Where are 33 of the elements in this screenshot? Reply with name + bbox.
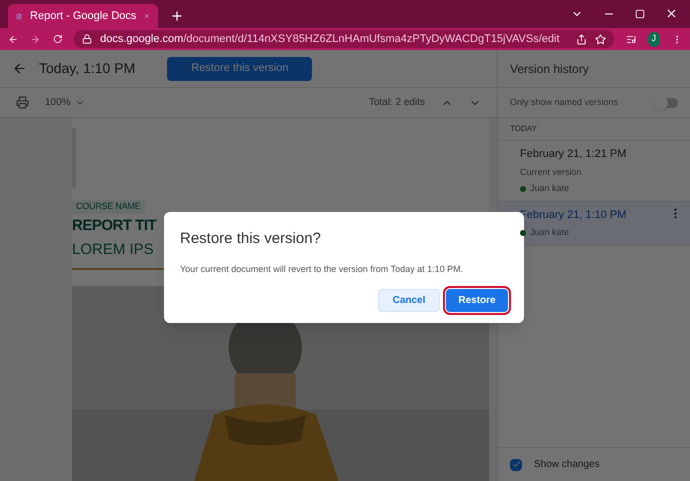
reload-icon[interactable] xyxy=(52,33,62,45)
bookmark-icon[interactable] xyxy=(594,34,606,44)
back-icon[interactable] xyxy=(12,61,27,76)
zoom-select[interactable]: 100% xyxy=(45,95,85,110)
dialog-title: Restore this version? xyxy=(180,229,322,249)
author-name: Juan kate xyxy=(530,226,570,239)
version-date: February 21, 1:21 PM xyxy=(520,147,628,162)
toggle-label: Only show named versions xyxy=(510,96,620,109)
author-name: Juan kate xyxy=(530,182,570,195)
named-versions-switch[interactable] xyxy=(656,98,678,108)
address-bar[interactable]: docs.google.com/document/d/114nXSY85HZ6ZLnHAmUfsma4zPTyDyWACDgT15jVAVSs/edit xyxy=(74,30,614,48)
report-subtitle: LOREM IPS xyxy=(72,240,154,260)
dialog-message: Your current document will revert to the version from Today at 1:10 PM. xyxy=(180,262,464,276)
restore-version-button[interactable]: Restore this version xyxy=(167,56,312,80)
checkbox-label: Show changes xyxy=(534,458,600,472)
dialog-button[interactable]: Cancel xyxy=(378,289,440,312)
version-title: Today, 1:10 PM xyxy=(39,59,136,78)
browser-tab[interactable]: Report - Google Docs xyxy=(8,4,158,28)
profile-avatar[interactable]: J xyxy=(648,32,660,46)
new-tab-icon[interactable] xyxy=(170,9,184,23)
report-title: REPORT TIT xyxy=(72,216,156,236)
lock-icon xyxy=(82,34,92,44)
version-note: Current version xyxy=(520,166,583,178)
panel-title: Version history xyxy=(498,50,690,88)
dialog-button[interactable]: Restore xyxy=(446,289,508,312)
share-icon[interactable] xyxy=(576,34,586,44)
maximize-icon[interactable] xyxy=(635,8,645,18)
edit-count: Total: 2 edits xyxy=(368,96,425,110)
check-icon xyxy=(512,460,520,469)
print-icon[interactable] xyxy=(16,96,29,109)
close-icon[interactable] xyxy=(665,7,678,20)
course-name: COURSE NAME xyxy=(72,200,145,214)
checkbox[interactable] xyxy=(510,458,522,470)
